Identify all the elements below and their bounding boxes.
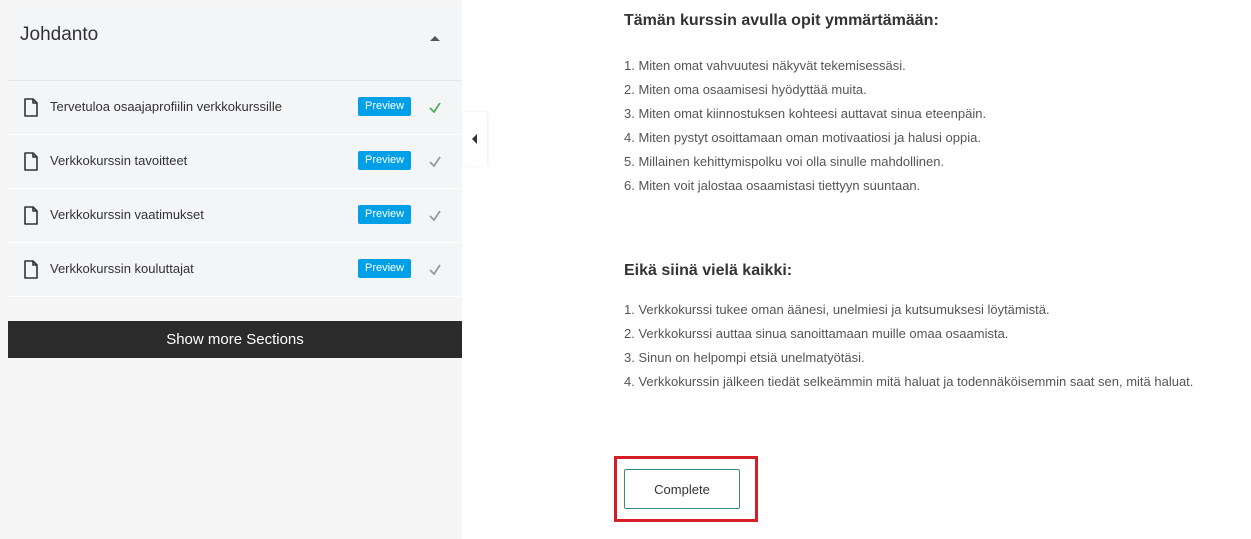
check-icon	[429, 210, 441, 222]
list-item: 3. Sinun on helpompi etsiä unelmatyötäsi…	[624, 350, 865, 365]
preview-badge[interactable]: Preview	[358, 151, 412, 170]
lesson-label: Verkkokurssin kouluttajat	[50, 261, 194, 276]
document-icon	[24, 260, 38, 279]
list-item: 5. Millainen kehittymispolku voi olla si…	[624, 154, 945, 169]
lesson-item[interactable]: Verkkokurssin tavoitteet Preview	[8, 135, 462, 189]
list-item: 2. Miten oma osaamisesi hyödyttää muita.	[624, 82, 867, 97]
learning-list: 1. Miten omat vahvuutesi näkyvät tekemis…	[624, 54, 986, 198]
list-item: 4. Miten pystyt osoittamaan oman motivaa…	[624, 130, 981, 145]
lesson-label: Verkkokurssin vaatimukset	[50, 207, 204, 222]
complete-button[interactable]: Complete	[624, 469, 740, 509]
content-heading-2: Eikä siinä vielä kaikki:	[624, 262, 793, 279]
list-item: 3. Miten omat kiinnostuksen kohteesi aut…	[624, 106, 987, 121]
preview-badge[interactable]: Preview	[358, 97, 412, 116]
lesson-item[interactable]: Tervetuloa osaajaprofiilin verkkokurssil…	[8, 81, 462, 135]
document-icon	[24, 206, 38, 225]
list-item: 2. Verkkokurssi auttaa sinua sanoittamaa…	[624, 326, 1009, 341]
content-heading-1: Tämän kurssin avulla opit ymmärtämään:	[624, 12, 939, 29]
check-icon	[429, 102, 441, 114]
section-header[interactable]: Johdanto	[8, 8, 462, 81]
lesson-label: Verkkokurssin tavoitteet	[50, 153, 188, 168]
lesson-item[interactable]: Verkkokurssin kouluttajat Preview	[8, 243, 462, 297]
preview-badge[interactable]: Preview	[358, 205, 412, 224]
caret-up-icon[interactable]	[430, 36, 440, 41]
preview-badge[interactable]: Preview	[358, 259, 412, 278]
list-item: 1. Miten omat vahvuutesi näkyvät tekemis…	[624, 58, 906, 73]
list-item: 1. Verkkokurssi tukee oman äänesi, unelm…	[624, 302, 1050, 317]
check-icon	[429, 264, 441, 276]
course-sidebar: Johdanto Tervetuloa osaajaprofiilin verk…	[0, 0, 462, 539]
check-icon	[429, 156, 441, 168]
sidebar-toggle[interactable]	[463, 112, 487, 166]
list-item: 4. Verkkokurssin jälkeen tiedät selkeämm…	[624, 374, 1194, 389]
caret-left-icon	[472, 134, 477, 144]
lesson-list: Tervetuloa osaajaprofiilin verkkokurssil…	[8, 81, 462, 297]
list-item: 6. Miten voit jalostaa osaamistasi tiett…	[624, 178, 921, 193]
lesson-item[interactable]: Verkkokurssin vaatimukset Preview	[8, 189, 462, 243]
show-more-sections-button[interactable]: Show more Sections	[8, 321, 462, 358]
document-icon	[24, 152, 38, 171]
lesson-label: Tervetuloa osaajaprofiilin verkkokurssil…	[50, 99, 282, 114]
benefits-list: 1. Verkkokurssi tukee oman äänesi, unelm…	[624, 298, 1193, 394]
document-icon	[24, 98, 38, 117]
section-title: Johdanto	[20, 24, 99, 45]
